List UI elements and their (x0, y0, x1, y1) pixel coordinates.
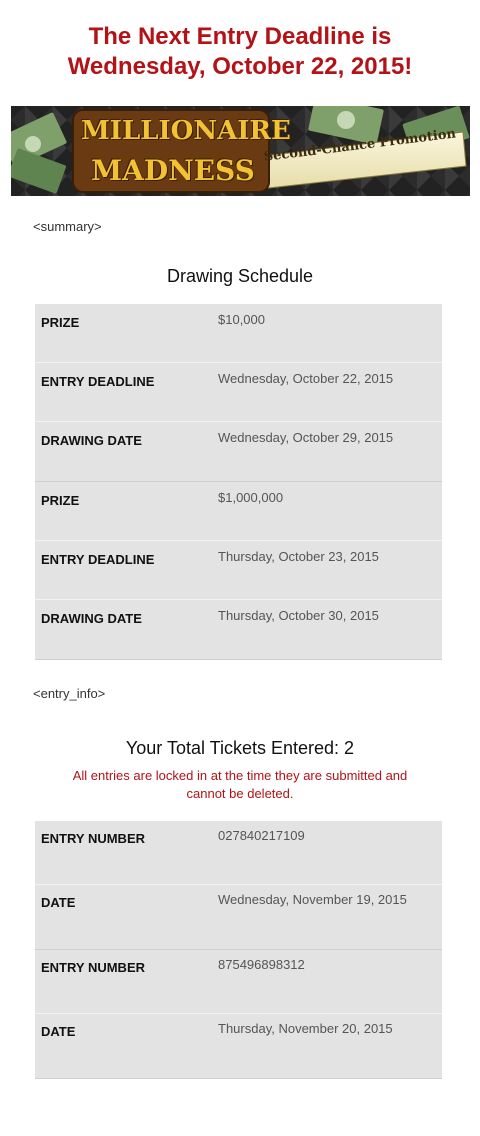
logo-line-1: MILLIONAIRE (81, 116, 291, 146)
entry-info-tag: <entry_info> (33, 686, 106, 701)
table-row: ENTRY NUMBER 027840217109 (35, 821, 442, 885)
table-row: ENTRY NUMBER 875496898312 (35, 950, 442, 1014)
drawing-date-value: Thursday, October 30, 2015 (218, 608, 379, 623)
prize-label: PRIZE (41, 493, 80, 508)
entries-table: ENTRY NUMBER 027840217109 DATE Wednesday… (35, 821, 442, 1079)
promo-banner: MILLIONAIRE MADNESS Second-Chance Promot… (11, 106, 470, 196)
drawing-date-label: DRAWING DATE (41, 611, 142, 626)
entry-number-value: 027840217109 (218, 828, 305, 843)
deadline-headline: The Next Entry Deadline is Wednesday, Oc… (0, 22, 480, 82)
entry-deadline-value: Wednesday, October 22, 2015 (218, 371, 394, 386)
entry-deadline-label: ENTRY DEADLINE (41, 374, 155, 389)
notice-line-2: cannot be deleted. (186, 786, 294, 801)
table-row: ENTRY DEADLINE Wednesday, October 22, 20… (35, 363, 442, 422)
entry-deadline-label: ENTRY DEADLINE (41, 552, 155, 567)
entry-group: ENTRY NUMBER 875496898312 DATE Thursday,… (35, 950, 442, 1079)
entry-group: ENTRY NUMBER 027840217109 DATE Wednesday… (35, 821, 442, 950)
entry-deadline-value: Thursday, October 23, 2015 (218, 549, 379, 564)
prize-value: $1,000,000 (218, 490, 284, 505)
schedule-group: PRIZE $1,000,000 ENTRY DEADLINE Thursday… (35, 482, 442, 660)
total-tickets-title: Your Total Tickets Entered: 2 (125, 738, 355, 758)
schedule-group: PRIZE $10,000 ENTRY DEADLINE Wednesday, … (35, 304, 442, 482)
entry-number-label: ENTRY NUMBER (41, 831, 146, 846)
entry-date-label: DATE (41, 1024, 76, 1039)
entries-locked-notice: All entries are locked in at the time th… (0, 767, 480, 803)
table-row: PRIZE $10,000 (35, 304, 442, 363)
drawing-date-value: Wednesday, October 29, 2015 (218, 430, 394, 445)
drawing-date-label: DRAWING DATE (41, 433, 142, 448)
prize-label: PRIZE (41, 315, 80, 330)
logo-line-2: MADNESS (91, 154, 255, 187)
summary-tag: <summary> (33, 219, 102, 234)
drawing-schedule-title: Drawing Schedule (166, 266, 314, 286)
headline-line-2: Wednesday, October 22, 2015! (67, 53, 413, 80)
table-row: PRIZE $1,000,000 (35, 482, 442, 541)
table-row: DATE Thursday, November 20, 2015 (35, 1014, 442, 1078)
table-row: ENTRY DEADLINE Thursday, October 23, 201… (35, 541, 442, 600)
notice-line-1: All entries are locked in at the time th… (72, 768, 408, 783)
table-row: DATE Wednesday, November 19, 2015 (35, 885, 442, 949)
entry-date-value: Thursday, November 20, 2015 (218, 1021, 393, 1036)
entry-number-value: 875496898312 (218, 957, 305, 972)
entry-number-label: ENTRY NUMBER (41, 960, 146, 975)
table-row: DRAWING DATE Thursday, October 30, 2015 (35, 600, 442, 659)
table-row: DRAWING DATE Wednesday, October 29, 2015 (35, 422, 442, 481)
prize-value: $10,000 (218, 312, 265, 327)
entry-date-label: DATE (41, 895, 76, 910)
entry-date-value: Wednesday, November 19, 2015 (218, 892, 407, 907)
headline-line-1: The Next Entry Deadline is (88, 23, 392, 50)
drawing-schedule-table: PRIZE $10,000 ENTRY DEADLINE Wednesday, … (35, 304, 442, 660)
